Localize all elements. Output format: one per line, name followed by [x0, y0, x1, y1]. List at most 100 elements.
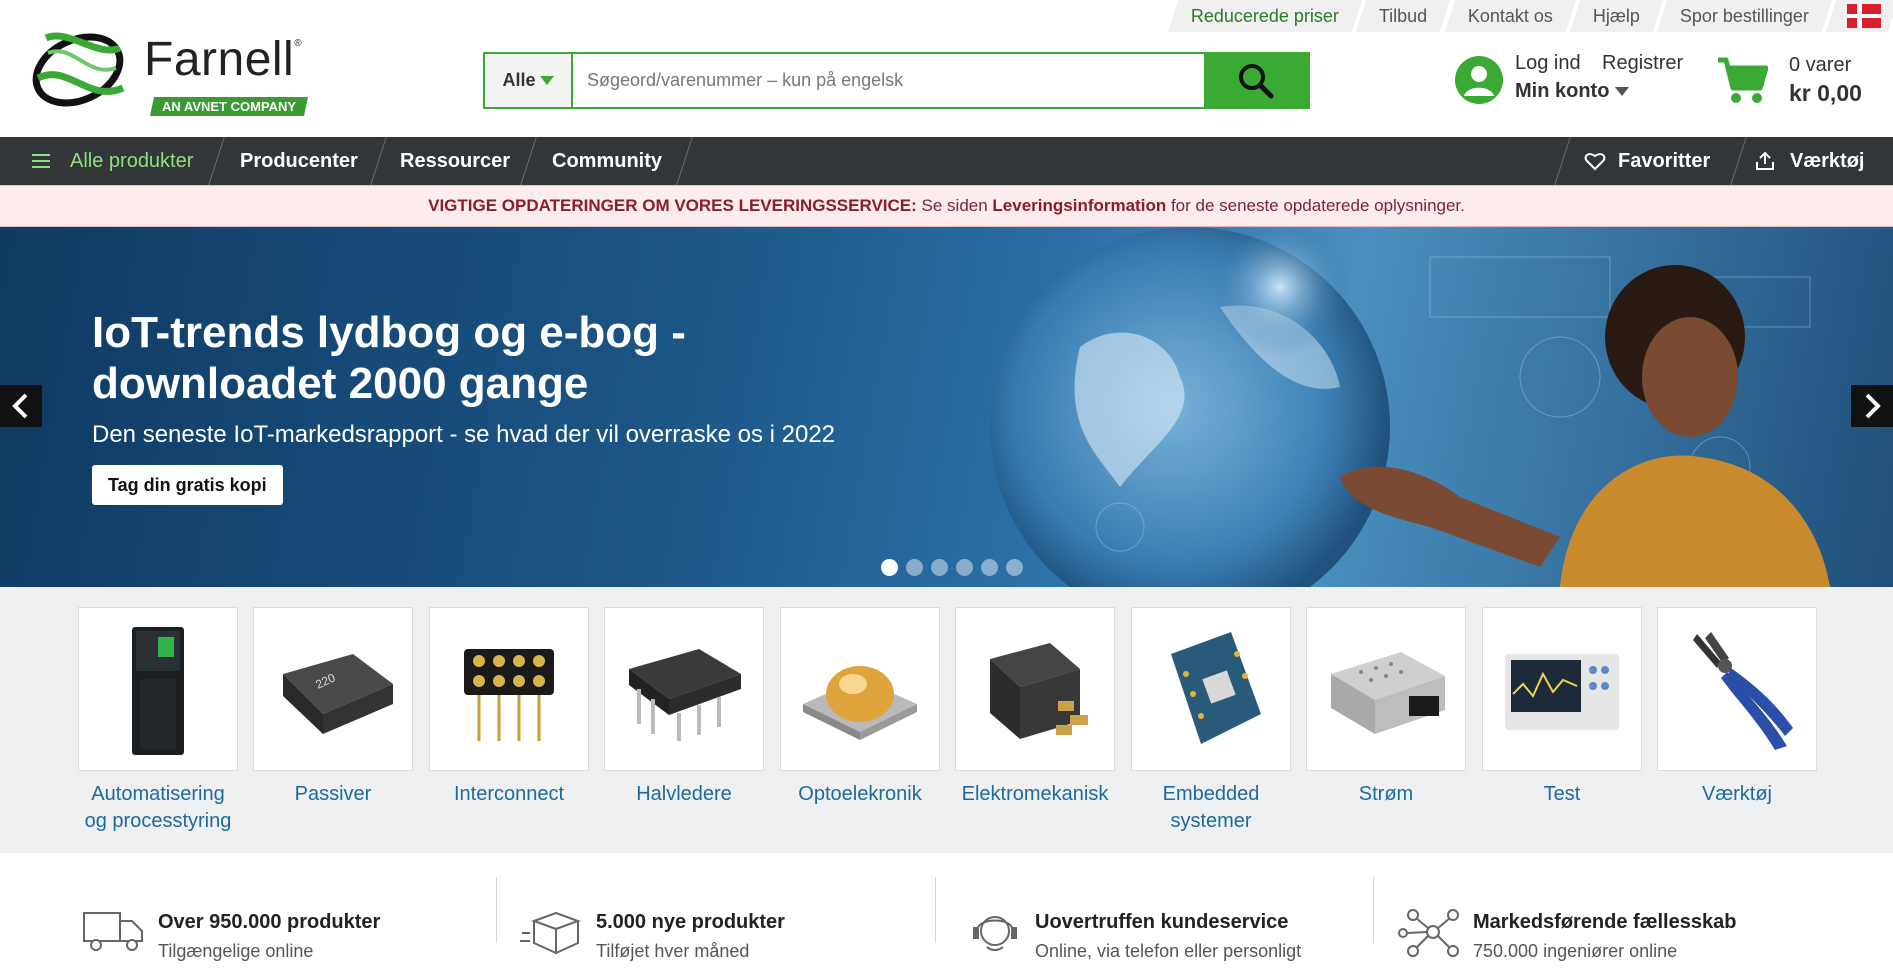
top-links: Reducerede priser Tilbud Kontakt os Hjæl… — [1168, 0, 1893, 32]
category-label: Halvledere — [636, 783, 732, 805]
carousel-dot-3[interactable] — [931, 559, 948, 576]
country-selector[interactable] — [1825, 0, 1893, 32]
cart-total: kr 0,00 — [1789, 80, 1862, 106]
hero-subtitle: Den seneste IoT-markedsrapport - se hvad… — [92, 421, 836, 448]
dev-board-image — [1131, 607, 1291, 771]
toplink-reduced-prices[interactable]: Reducerede priser — [1168, 0, 1363, 32]
carousel-dot-5[interactable] — [981, 559, 998, 576]
brand-tagline: AN AVNET COMPANY — [149, 97, 309, 116]
toplink-offers[interactable]: Tilbud — [1356, 0, 1452, 32]
my-account-label: Min konto — [1515, 80, 1610, 102]
alert-text: Se siden — [916, 196, 993, 215]
cart-count: 0 varer — [1789, 54, 1852, 76]
carousel-dot-1[interactable] — [881, 559, 898, 576]
search-icon — [1239, 63, 1274, 98]
automation-drive-image — [78, 607, 238, 771]
register-link[interactable]: Registrer — [1602, 52, 1683, 75]
nav-tools[interactable]: Værktøj — [1754, 137, 1864, 185]
category-label: Automatisering og processtyring — [84, 783, 232, 832]
category-embedded[interactable]: Embedded systemer — [1131, 607, 1291, 835]
network-icon — [1398, 909, 1459, 957]
usp-subtitle: 750.000 ingeniører online — [1473, 941, 1678, 961]
usp-title: Over 950.000 produkter — [158, 911, 381, 933]
search-bar: Alle — [483, 52, 1310, 109]
toplink-help[interactable]: Hjælp — [1569, 0, 1664, 32]
category-label: Test — [1543, 783, 1581, 805]
carousel-dots — [881, 559, 1023, 576]
pliers-image — [1657, 607, 1817, 771]
share-icon — [1756, 151, 1774, 170]
category-automation[interactable]: Automatisering og processtyring — [78, 607, 238, 835]
category-optoelectronics[interactable]: Optoelekronik — [780, 607, 940, 808]
chevron-right-icon — [1865, 393, 1881, 419]
ic-socket-image — [429, 607, 589, 771]
cart-icon — [1718, 57, 1768, 103]
relay-image — [955, 607, 1115, 771]
nav-favorites[interactable]: Favoritter — [1584, 137, 1710, 185]
capacitor-image: 220 — [253, 607, 413, 771]
category-label: Elektromekanisk — [961, 783, 1109, 805]
category-label: Værktøj — [1702, 783, 1772, 805]
carousel-prev-button[interactable] — [0, 385, 42, 427]
category-tools[interactable]: Værktøj — [1657, 607, 1817, 808]
usp-title: 5.000 nye produkter — [596, 911, 785, 933]
denmark-flag-icon — [1847, 4, 1881, 28]
hero-cta-button[interactable]: Tag din gratis kopi — [92, 465, 283, 505]
category-test[interactable]: Test — [1482, 607, 1642, 808]
category-label: Passiver — [294, 783, 372, 805]
toplink-track-orders[interactable]: Spor bestillinger — [1656, 0, 1833, 32]
usp-title: Markedsførende fællesskab — [1473, 911, 1737, 933]
category-label: Optoelekronik — [798, 783, 922, 805]
nav-favorites-label: Favoritter — [1618, 149, 1711, 172]
category-interconnect[interactable]: Interconnect — [429, 607, 589, 808]
led-image — [780, 607, 940, 771]
brand-name: Farnell® — [144, 33, 303, 86]
hero-title: IoT-trends lydbog og e-bog - downloadet … — [92, 308, 686, 408]
search-input[interactable] — [573, 54, 1204, 107]
user-icon[interactable] — [1455, 56, 1503, 104]
category-label: Interconnect — [453, 783, 565, 805]
login-link[interactable]: Log ind — [1515, 52, 1581, 75]
my-account-menu[interactable]: Min konto — [1515, 80, 1630, 103]
usp-title: Uovertruffen kundeservice — [1035, 911, 1289, 933]
search-category-select[interactable]: Alle — [485, 54, 573, 107]
dip-chip-image — [604, 607, 764, 771]
nav-manufacturers[interactable]: Producenter — [240, 137, 358, 185]
usp-subtitle: Tilføjet hver måned — [596, 941, 750, 961]
toplink-contact[interactable]: Kontakt os — [1444, 0, 1577, 32]
hero-carousel: IoT-trends lydbog og e-bog - downloadet … — [0, 227, 1893, 587]
chevron-down-icon — [539, 76, 554, 85]
usp-strip: Over 950.000 produkter Tilgængelige onli… — [0, 853, 1893, 973]
carousel-dot-4[interactable] — [956, 559, 973, 576]
nav-resources[interactable]: Ressourcer — [400, 137, 510, 185]
category-power[interactable]: Strøm — [1306, 607, 1466, 808]
carousel-next-button[interactable] — [1851, 385, 1893, 427]
main-nav: Alle produkter Producenter Ressourcer Co… — [0, 137, 1893, 185]
category-passives[interactable]: 220 Passiver — [253, 607, 413, 808]
carousel-dot-6[interactable] — [1006, 559, 1023, 576]
delivery-info-link[interactable]: Leveringsinformation — [992, 196, 1166, 215]
delivery-alert-banner: VIGTIGE OPDATERINGER OM VORES LEVERINGSS… — [0, 185, 1893, 227]
chevron-down-icon — [1615, 87, 1630, 96]
site-header: Farnell® AN AVNET COMPANY Reducerede pri… — [0, 0, 1893, 137]
search-category-label: Alle — [502, 70, 536, 90]
nav-community[interactable]: Community — [552, 137, 662, 185]
farnell-logo[interactable]: Farnell® AN AVNET COMPANY — [28, 18, 328, 118]
farnell-logo-mark-icon — [32, 32, 125, 107]
heart-icon — [1584, 153, 1606, 171]
usp-subtitle: Online, via telefon eller personligt — [1035, 941, 1302, 961]
category-grid: Automatisering og processtyring 220 Pass… — [0, 587, 1893, 853]
usp-subtitle: Tilgængelige online — [158, 941, 314, 961]
headset-icon — [973, 916, 1017, 951]
search-button[interactable] — [1204, 54, 1308, 107]
oscilloscope-image — [1482, 607, 1642, 771]
alert-heading: VIGTIGE OPDATERINGER OM VORES LEVERINGSS… — [428, 196, 917, 215]
carousel-dot-2[interactable] — [906, 559, 923, 576]
category-electromechanical[interactable]: Elektromekanisk — [955, 607, 1115, 808]
truck-icon — [83, 912, 143, 951]
category-semiconductors[interactable]: Halvledere — [604, 607, 764, 808]
power-supply-image — [1306, 607, 1466, 771]
chevron-left-icon — [12, 393, 28, 419]
category-label: Strøm — [1358, 783, 1414, 805]
nav-all-products[interactable]: Alle produkter — [32, 137, 193, 185]
